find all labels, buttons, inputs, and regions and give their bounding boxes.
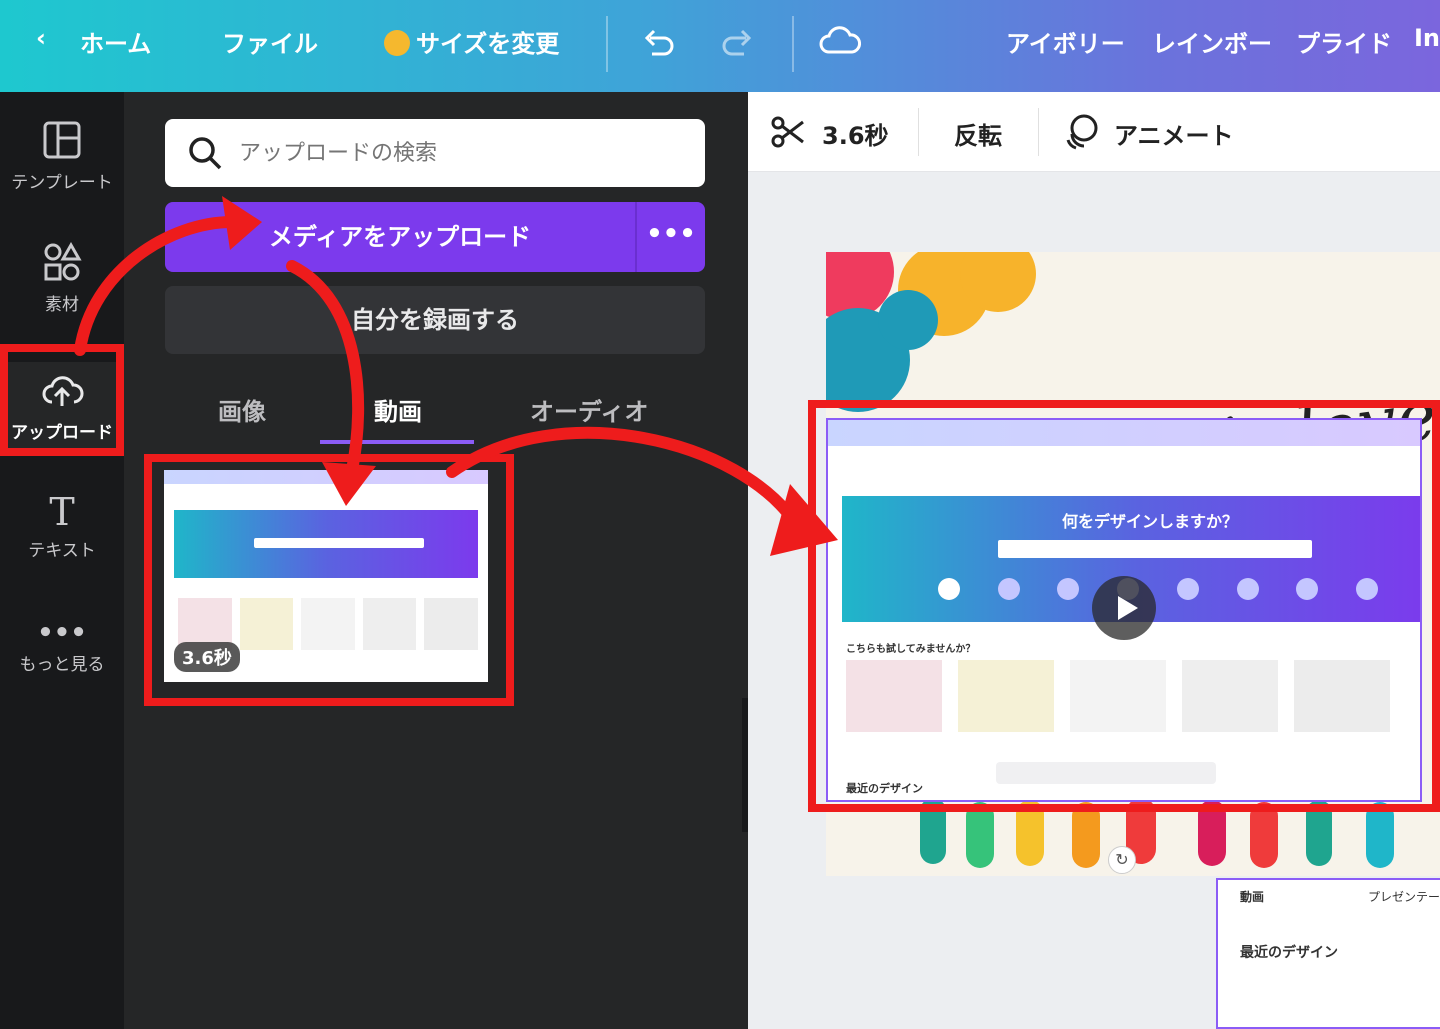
animate-icon (1066, 114, 1098, 150)
rail-item-elements[interactable]: 素材 (0, 241, 124, 315)
elements-icon (44, 241, 82, 281)
upload-options-button[interactable]: ••• (635, 202, 705, 272)
upload-media-button[interactable]: メディアをアップロード (165, 202, 635, 272)
rail-item-text[interactable]: T テキスト (0, 492, 124, 561)
back-chevron-icon[interactable]: ‹ (36, 24, 46, 52)
cloud-save-icon[interactable] (818, 24, 862, 66)
secondary-page[interactable]: 動画 プレゼンテー 最近のデザイン (1216, 878, 1440, 1029)
divider (918, 108, 919, 156)
resize-button[interactable]: サイズを変更 (384, 24, 559, 59)
undo-icon[interactable] (640, 24, 676, 66)
secondary-label-2: プレゼンテー (1368, 890, 1440, 904)
record-yourself-button[interactable]: 自分を録画する (165, 286, 705, 354)
text-icon: T (49, 490, 75, 534)
divider (606, 16, 608, 72)
side-rail: テンプレート 素材 アップロード T テキスト ••• もっと見る (0, 92, 124, 1029)
font-set-pride[interactable]: プライド (1296, 24, 1392, 59)
rail-item-more[interactable]: ••• もっと見る (0, 620, 124, 675)
resize-label: サイズを変更 (416, 30, 560, 58)
tab-videos[interactable]: 動画 (374, 392, 422, 427)
rail-item-templates[interactable]: テンプレート (0, 120, 124, 193)
font-set-rainbow[interactable]: レインボー (1152, 24, 1272, 59)
rotate-handle-icon[interactable]: ↻ (1108, 846, 1136, 874)
search-input[interactable] (239, 131, 679, 175)
scissors-icon[interactable] (770, 114, 806, 150)
template-icon (43, 121, 81, 159)
more-dots-icon: ••• (37, 618, 87, 648)
search-box[interactable] (165, 119, 705, 187)
divider (792, 16, 794, 72)
rail-label: テンプレート (11, 173, 113, 193)
rail-label: 素材 (45, 295, 79, 315)
font-set-cutoff[interactable]: In (1414, 24, 1440, 52)
font-set-ivory[interactable]: アイボリー (1006, 24, 1125, 59)
crown-icon (384, 30, 410, 56)
top-bar: ‹ ホーム ファイル サイズを変更 アイボリー レインボー プライド In (0, 0, 1440, 92)
highlight-box-thumbnail (144, 454, 514, 706)
search-icon (189, 137, 222, 170)
flip-button[interactable]: 反転 (954, 116, 1002, 151)
tab-images[interactable]: 画像 (218, 392, 266, 427)
active-tab-indicator (320, 440, 474, 444)
highlight-box-uploads (0, 344, 124, 456)
editor-toolbar: 3.6秒 反転 アニメート (748, 92, 1440, 172)
home-link[interactable]: ホーム (80, 24, 151, 59)
highlight-box-canvas-video (808, 400, 1440, 812)
trim-duration[interactable]: 3.6秒 (822, 116, 889, 151)
animate-button[interactable]: アニメート (1114, 116, 1234, 151)
divider (1038, 108, 1039, 156)
secondary-recent-label: 最近のデザイン (1240, 945, 1338, 961)
file-menu[interactable]: ファイル (222, 24, 318, 59)
secondary-label: 動画 (1240, 890, 1265, 904)
rail-label: テキスト (28, 541, 96, 561)
tab-audio[interactable]: オーディオ (530, 392, 648, 427)
redo-icon[interactable] (720, 24, 756, 66)
rail-label: もっと見る (19, 655, 105, 675)
